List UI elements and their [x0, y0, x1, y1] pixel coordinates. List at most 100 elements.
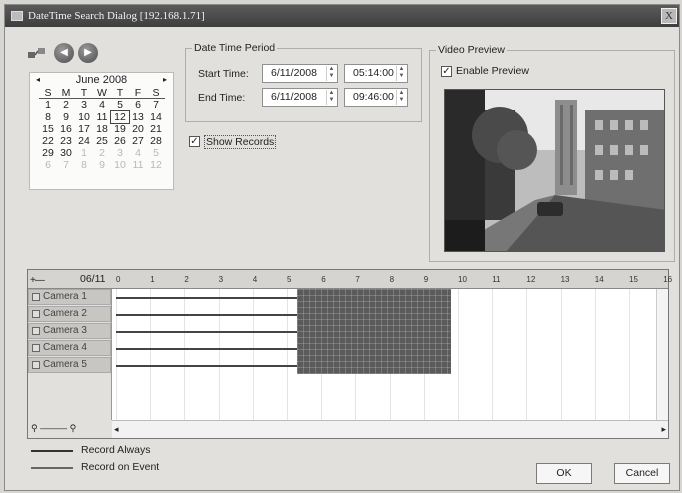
- calendar-day[interactable]: 2: [93, 147, 111, 159]
- vertical-scrollbar[interactable]: [656, 289, 668, 420]
- spin-arrows-icon[interactable]: ▲ ▼: [396, 90, 406, 105]
- video-preview-frame: [444, 89, 665, 252]
- end-time-value: 09:46:00: [353, 91, 394, 103]
- calendar-day[interactable]: 23: [57, 135, 75, 147]
- calendar-day[interactable]: 24: [75, 135, 93, 147]
- calendar-prev-month-icon[interactable]: ◂: [36, 73, 40, 87]
- calendar-day[interactable]: 2: [57, 99, 75, 111]
- camera-row[interactable]: Camera 3: [28, 323, 111, 339]
- calendar-day[interactable]: 6: [129, 99, 147, 111]
- cancel-button[interactable]: Cancel: [614, 463, 670, 484]
- calendar-day[interactable]: 18: [93, 123, 111, 135]
- calendar-day[interactable]: 3: [75, 99, 93, 111]
- calendar-day[interactable]: 12: [147, 159, 165, 171]
- calendar-day[interactable]: 20: [129, 123, 147, 135]
- calendar-day[interactable]: 4: [93, 99, 111, 111]
- horizontal-scrollbar[interactable]: ◂ ▸: [112, 420, 668, 438]
- calendar-day[interactable]: 27: [129, 135, 147, 147]
- hour-tick-label: 13: [560, 275, 570, 284]
- timeline-zoom-control[interactable]: +—: [30, 275, 45, 286]
- calendar-day[interactable]: 12: [110, 110, 130, 124]
- weekday-label: W: [93, 87, 111, 99]
- scroll-right-icon[interactable]: ▸: [661, 424, 666, 435]
- enable-preview-label[interactable]: Enable Preview: [456, 65, 529, 77]
- recorded-segment[interactable]: [297, 289, 452, 374]
- calendar-day[interactable]: 19: [111, 123, 129, 135]
- spin-arrows-icon[interactable]: ▲ ▼: [326, 66, 336, 81]
- record-on-event-label: Record on Event: [81, 461, 160, 473]
- record-on-event-line: [31, 467, 73, 469]
- calendar-day[interactable]: 11: [93, 111, 111, 123]
- calendar-day[interactable]: 28: [147, 135, 165, 147]
- calendar-day[interactable]: 6: [39, 159, 57, 171]
- datetime-search-dialog: DateTime Search Dialog [192.168.1.71] X …: [4, 4, 680, 491]
- date-time-period-title: Date Time Period: [192, 42, 278, 54]
- camera-label: Camera 4: [43, 342, 87, 353]
- camera-icon: [32, 344, 40, 352]
- calendar-day[interactable]: 21: [147, 123, 165, 135]
- enable-preview-checkbox[interactable]: ✓: [441, 66, 452, 77]
- app-icon: [11, 11, 23, 21]
- calendar-day[interactable]: 3: [111, 147, 129, 159]
- timeline-panel[interactable]: +— 06/11 0 1 2 3 4 5 6 7 8 9 10 11 12 13 14 15 16 Camera…: [27, 269, 672, 439]
- camera-row[interactable]: Camera 5: [28, 357, 111, 373]
- show-records-label[interactable]: Show Records: [204, 135, 277, 149]
- calendar-day[interactable]: 13: [129, 111, 147, 123]
- weekday-label: F: [129, 87, 147, 99]
- calendar-day[interactable]: 9: [57, 111, 75, 123]
- start-date-picker[interactable]: 6/11/2008 ▲ ▼: [262, 64, 338, 83]
- calendar-day[interactable]: 10: [75, 111, 93, 123]
- calendar-day[interactable]: 5: [147, 147, 165, 159]
- camera-row[interactable]: Camera 2: [28, 306, 111, 322]
- calendar-header: ◂ June 2008 ▸: [30, 73, 173, 87]
- timeline-track-area[interactable]: [112, 289, 668, 420]
- calendar-day[interactable]: 7: [57, 159, 75, 171]
- calendar-day[interactable]: 29: [39, 147, 57, 159]
- hour-tick-label: 15: [629, 275, 638, 284]
- close-button[interactable]: X: [661, 8, 677, 24]
- calendar-month-label[interactable]: June 2008: [76, 74, 127, 86]
- calendar[interactable]: ◂ June 2008 ▸ S M T W T F S 1 2 3 4 5 6 7 8 9 10 11 12 13 14…: [29, 72, 174, 190]
- forward-button[interactable]: ▶: [78, 43, 98, 63]
- calendar-day[interactable]: 1: [75, 147, 93, 159]
- hour-gridline: [218, 289, 220, 420]
- calendar-day[interactable]: 8: [39, 111, 57, 123]
- calendar-day[interactable]: 1: [39, 99, 57, 111]
- calendar-day[interactable]: 9: [93, 159, 111, 171]
- calendar-day[interactable]: 10: [111, 159, 129, 171]
- calendar-day[interactable]: 4: [129, 147, 147, 159]
- calendar-day[interactable]: 26: [111, 135, 129, 147]
- end-time-picker[interactable]: 09:46:00 ▲ ▼: [344, 88, 408, 107]
- timeline-zoom-slider[interactable]: ⚲ ——— ⚲: [28, 420, 112, 438]
- back-button[interactable]: ◀: [54, 43, 74, 63]
- calendar-day[interactable]: 11: [129, 159, 147, 171]
- ok-button[interactable]: OK: [536, 463, 592, 484]
- calendar-day[interactable]: 8: [75, 159, 93, 171]
- scroll-left-icon[interactable]: ◂: [114, 424, 119, 435]
- hour-tick-label: 1: [150, 275, 155, 284]
- calendar-day[interactable]: 5: [111, 99, 129, 111]
- hour-tick-label: 7: [355, 275, 360, 284]
- calendar-day[interactable]: 16: [57, 123, 75, 135]
- video-preview-title: Video Preview: [436, 44, 507, 56]
- start-time-picker[interactable]: 05:14:00 ▲ ▼: [344, 64, 408, 83]
- end-date-picker[interactable]: 6/11/2008 ▲ ▼: [262, 88, 338, 107]
- camera-row[interactable]: Camera 4: [28, 340, 111, 356]
- calendar-day[interactable]: 25: [93, 135, 111, 147]
- spin-arrows-icon[interactable]: ▲ ▼: [326, 90, 336, 105]
- calendar-day[interactable]: 30: [57, 147, 75, 159]
- network-icon[interactable]: [27, 46, 47, 62]
- calendar-day[interactable]: 7: [147, 99, 165, 111]
- hour-gridline: [458, 289, 459, 420]
- calendar-day[interactable]: 22: [39, 135, 57, 147]
- camera-row[interactable]: Camera 1: [28, 289, 111, 305]
- hour-tick-label: 14: [594, 275, 604, 284]
- spin-arrows-icon[interactable]: ▲ ▼: [396, 66, 406, 81]
- calendar-day[interactable]: 14: [147, 111, 165, 123]
- show-records-checkbox[interactable]: ✓: [189, 136, 200, 147]
- calendar-day[interactable]: 15: [39, 123, 57, 135]
- camera-icon: [32, 310, 40, 318]
- calendar-day[interactable]: 17: [75, 123, 93, 135]
- calendar-next-month-icon[interactable]: ▸: [163, 73, 167, 87]
- title-bar: DateTime Search Dialog [192.168.1.71] X: [5, 5, 679, 27]
